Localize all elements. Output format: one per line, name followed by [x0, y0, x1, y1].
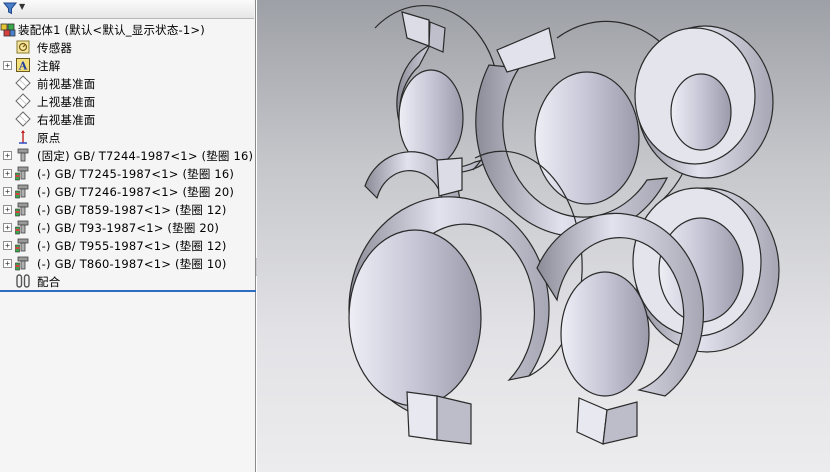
plane-icon — [15, 111, 31, 127]
tree-item-mates[interactable]: 配合 — [0, 272, 256, 290]
expand-toggle[interactable]: + — [3, 241, 12, 250]
tree-item-label: 传感器 — [37, 41, 73, 55]
assembly-icon — [0, 23, 16, 37]
tree-item-origin[interactable]: 原点 — [0, 128, 256, 146]
tree-item-label: (-) GB/ T7246-1987<1> (垫圈 20) — [37, 185, 235, 199]
spring-washer-bottom-left[interactable] — [348, 150, 583, 445]
origin-icon — [19, 130, 27, 144]
part-icon — [15, 238, 29, 253]
expand-toggle[interactable]: + — [3, 259, 12, 268]
tree-item-label: (-) GB/ T859-1987<1> (垫圈 12) — [37, 203, 227, 217]
tree-item-label: 前视基准面 — [37, 77, 96, 91]
expand-toggle[interactable]: + — [3, 151, 12, 160]
tree-item-part-t955[interactable]: + (-) GB/ T955-1987<1> (垫圈 12) — [0, 236, 256, 254]
tree-item-label: (-) GB/ T93-1987<1> (垫圈 20) — [37, 221, 220, 235]
tree-root-label: 装配体1 (默认<默认_显示状态-1>) — [18, 23, 205, 37]
tree-item-label: 右视基准面 — [37, 113, 96, 127]
tree-item-top-plane[interactable]: 上视基准面 — [0, 92, 256, 110]
tree-item-part-t7246[interactable]: + (-) GB/ T7246-1987<1> (垫圈 20) — [0, 182, 256, 200]
tree-item-label: (-) GB/ T7245-1987<1> (垫圈 16) — [37, 167, 235, 181]
tree-item-part-t859[interactable]: + (-) GB/ T859-1987<1> (垫圈 12) — [0, 200, 256, 218]
feature-manager-panel: ▼ 装配体1 (默认<默认_显示状态-1>) 传感器 + A 注解 前视基准面 … — [0, 0, 256, 472]
tree-item-label: 原点 — [37, 131, 61, 145]
flat-washer-middle-right[interactable] — [632, 187, 780, 353]
tree-item-label: (-) GB/ T955-1987<1> (垫圈 12) — [37, 239, 227, 253]
filter-icon[interactable] — [3, 2, 17, 15]
tree-item-part-t7245[interactable]: + (-) GB/ T7245-1987<1> (垫圈 16) — [0, 164, 256, 182]
tree-item-right-plane[interactable]: 右视基准面 — [0, 110, 256, 128]
tree-item-part-t7244[interactable]: + (固定) GB/ T7244-1987<1> (垫圈 16) — [0, 146, 256, 164]
chevron-down-icon[interactable]: ▼ — [19, 2, 25, 11]
plane-icon — [15, 93, 31, 109]
part-icon — [15, 184, 29, 199]
tree-item-label: (-) GB/ T860-1987<1> (垫圈 10) — [37, 257, 227, 271]
plane-icon — [15, 75, 31, 91]
annotation-icon: A — [16, 58, 30, 73]
tree-root-assembly[interactable]: 装配体1 (默认<默认_显示状态-1>) — [0, 20, 256, 38]
tree-item-label: 配合 — [37, 275, 61, 289]
tree-item-front-plane[interactable]: 前视基准面 — [0, 74, 256, 92]
sensor-icon — [16, 40, 30, 54]
expand-toggle[interactable]: + — [3, 61, 12, 70]
tree-item-part-t93[interactable]: + (-) GB/ T93-1987<1> (垫圈 20) — [0, 218, 256, 236]
tree-bottom-separator — [0, 290, 256, 292]
model-view — [348, 4, 780, 445]
svg-text:A: A — [18, 60, 28, 73]
part-icon — [15, 202, 29, 217]
part-icon — [17, 148, 29, 162]
graphics-viewport[interactable] — [257, 0, 830, 472]
part-icon — [15, 220, 29, 235]
tree-item-sensors[interactable]: 传感器 — [0, 38, 256, 56]
tree-item-label: 上视基准面 — [37, 95, 96, 109]
tree-item-annotations[interactable]: + A 注解 — [0, 56, 256, 74]
flat-washer-top-right[interactable] — [634, 25, 774, 179]
part-icon — [15, 256, 29, 271]
filter-bar[interactable]: ▼ — [0, 0, 254, 19]
expand-toggle[interactable]: + — [3, 223, 12, 232]
tree-item-label: 注解 — [37, 59, 61, 73]
expand-toggle[interactable]: + — [3, 205, 12, 214]
mates-icon — [16, 274, 30, 288]
expand-toggle[interactable]: + — [3, 169, 12, 178]
part-icon — [15, 166, 29, 181]
tree-item-label: (固定) GB/ T7244-1987<1> (垫圈 16) — [37, 149, 254, 163]
expand-toggle[interactable]: + — [3, 187, 12, 196]
tree-item-part-t860[interactable]: + (-) GB/ T860-1987<1> (垫圈 10) — [0, 254, 256, 272]
